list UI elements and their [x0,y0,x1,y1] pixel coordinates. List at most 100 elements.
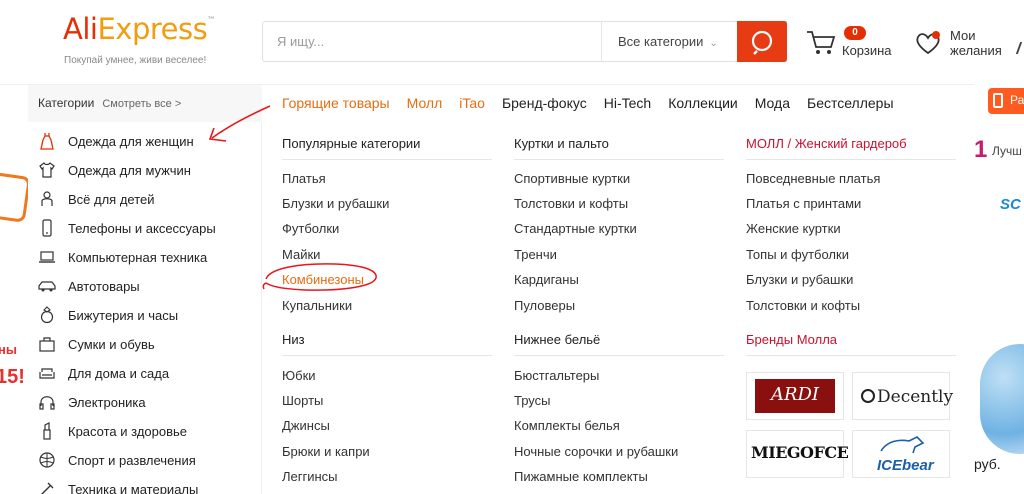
search-input[interactable] [263,22,601,61]
bag-icon [39,337,55,352]
brand-tile-icebear[interactable]: ICEbear [852,430,950,478]
wishlist-button[interactable]: Мои желания [914,28,1014,64]
mega-link[interactable]: Купальники [282,298,352,313]
logo-trademark: ™ [206,16,216,26]
mega-link[interactable]: Тренчи [514,247,557,262]
mega-link[interactable]: Блузки и рубашки [746,272,853,287]
account-icon[interactable] [1015,42,1024,54]
category-item-bags[interactable]: Сумки и обувь [28,330,262,359]
category-item-computers[interactable]: Компьютерная техника [28,243,262,272]
mega-link-jumpsuits[interactable]: Комбинезоны [282,272,364,287]
category-item-auto[interactable]: Автотовары [28,272,262,301]
mega-link[interactable]: Майки [282,247,320,262]
chevron-down-icon: ⌄ [709,38,718,49]
mega-heading-mall[interactable]: МОЛЛ / Женский гардероб [746,136,966,151]
mega-link[interactable]: Толстовки и кофты [746,298,860,313]
category-item-kids[interactable]: Всё для детей [28,185,262,214]
brand-tile-decently[interactable]: Decently [852,372,953,420]
laptop-icon [39,251,55,263]
category-item-women[interactable]: Одежда для женщин [28,127,262,156]
mega-link[interactable]: Комплекты белья [514,418,620,433]
category-label: Одежда для мужчин [68,163,191,178]
brand-tile-miegofce[interactable]: MIEGOFCE [746,430,849,478]
mega-link[interactable]: Юбки [282,368,316,383]
mega-link[interactable]: Повседневные платья [746,171,880,186]
sofa-icon [39,368,55,379]
category-label: Спорт и развлечения [68,453,196,468]
mega-link[interactable]: Женские куртки [746,221,841,236]
mega-link[interactable]: Шорты [282,393,323,408]
nav-hot-deals[interactable]: Горящие товары [282,95,390,111]
categories-header[interactable]: Категории Смотреть все > [28,85,262,123]
right-promo-area[interactable]: Ра 1 Лучш SC руб. [974,84,1024,494]
category-item-sport[interactable]: Спорт и развлечения [28,446,262,475]
category-sidebar: Одежда для женщин Одежда для мужчин Всё … [28,122,262,494]
nav-mall[interactable]: Молл [407,95,443,111]
category-label: Телефоны и аксессуары [68,221,216,236]
category-dropdown-label: Все категории [618,34,704,49]
category-item-jewelry[interactable]: Бижутерия и часы [28,301,262,330]
divider [282,159,492,160]
nav-collections[interactable]: Коллекции [668,95,738,111]
mega-link[interactable]: Платья [282,171,326,186]
mega-link[interactable]: Ночные сорочки и рубашки [514,444,678,459]
logo-express: Express [97,12,208,46]
divider [514,355,724,356]
wishlist-label-line2: желания [950,43,1002,58]
brand-tile-ardi[interactable]: ARDI [746,372,844,420]
categories-title: Категории [38,96,95,110]
mega-link[interactable]: Футболки [282,221,339,236]
nav-itao[interactable]: iTao [459,95,485,111]
brand-name: Decently [877,387,954,407]
category-item-beauty[interactable]: Красота и здоровье [28,417,262,446]
mega-link[interactable]: Трусы [514,393,551,408]
product-image[interactable] [980,344,1024,454]
cart-icon [807,31,836,54]
mega-link[interactable]: Бюстгальтеры [514,368,599,383]
header: AliExpress ™ Покупай умнее, живи веселее!… [0,0,1024,84]
category-item-men[interactable]: Одежда для мужчин [28,156,262,185]
heart-icon [916,31,940,55]
tagline: Покупай умнее, живи веселее! [64,55,207,66]
cart-button[interactable]: 0 Корзина [806,26,896,66]
left-promo-banner[interactable]: ны 15! [0,122,28,494]
search-bar: Все категории ⌄ [262,21,787,62]
mega-link[interactable]: Топы и футболки [746,247,849,262]
wishlist-label-line1: Мои [950,28,976,43]
nav-bestsellers[interactable]: Бестселлеры [807,95,894,111]
search-button[interactable] [737,21,787,62]
app-promo-button[interactable]: Ра [988,88,1024,114]
mega-link[interactable]: Пижамные комплекты [514,469,648,484]
category-item-tools[interactable]: Техника и материалы [28,475,262,494]
brand-name: ICEbear [877,457,934,474]
mega-link[interactable]: Пуловеры [514,298,575,313]
see-all-link[interactable]: Смотреть все > [102,98,181,110]
category-label: Красота и здоровье [68,424,188,439]
brand-name: ARDI [770,384,820,405]
divider [282,355,492,356]
nav-brand-focus[interactable]: Бренд-фокус [502,95,587,111]
mega-link[interactable]: Леггинсы [282,469,338,484]
mega-link[interactable]: Блузки и рубашки [282,196,389,211]
mega-link[interactable]: Кардиганы [514,272,579,287]
mega-link[interactable]: Брюки и капри [282,444,370,459]
category-item-phones[interactable]: Телефоны и аксессуары [28,214,262,243]
mega-heading-mall-brands[interactable]: Бренды Молла [746,332,946,347]
decently-logo: Decently [861,387,953,407]
mega-link[interactable]: Джинсы [282,418,330,433]
category-item-home[interactable]: Для дома и сада [28,359,262,388]
nav-fashion[interactable]: Мода [755,95,790,111]
mega-link[interactable]: Платья с принтами [746,196,861,211]
category-label: Одежда для женщин [68,134,194,149]
mega-link[interactable]: Спортивные куртки [514,171,630,186]
brand-name: MIEGOFCE [751,443,849,462]
aliexpress-logo[interactable]: AliExpress ™ [63,12,216,46]
mega-link[interactable]: Толстовки и кофты [514,196,628,211]
divider [746,355,956,356]
mega-link[interactable]: Стандартные куртки [514,221,637,236]
nav-hitech[interactable]: Hi-Tech [604,95,651,111]
category-item-electronics[interactable]: Электроника [28,388,262,417]
category-label: Всё для детей [68,192,155,207]
category-label: Сумки и обувь [68,337,155,352]
category-dropdown[interactable]: Все категории ⌄ [601,22,737,61]
